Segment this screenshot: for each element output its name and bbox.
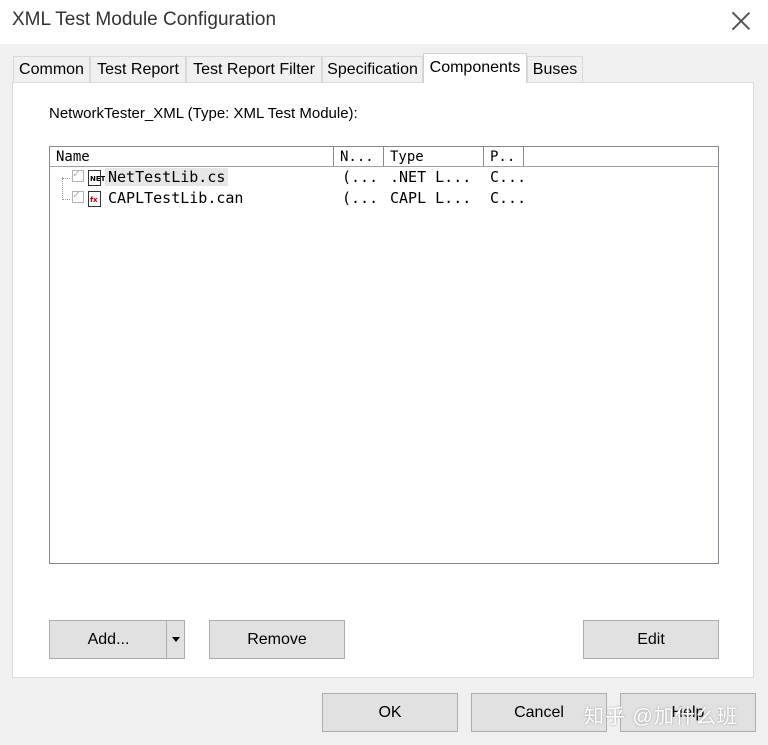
components-panel: NetworkTester_XML (Type: XML Test Module…	[12, 82, 754, 678]
list-header: Name N... Type P..	[50, 147, 718, 167]
tab-buses[interactable]: Buses	[527, 56, 583, 82]
checkbox[interactable]	[72, 188, 84, 203]
component-n: (...	[342, 189, 379, 207]
tree-branch	[62, 199, 70, 200]
component-n: (...	[342, 168, 379, 186]
component-type: .NET L...	[390, 168, 472, 186]
component-p: C...	[490, 189, 527, 207]
watermark: 知乎 @加什么班	[584, 706, 738, 728]
column-header-type[interactable]: Type	[384, 147, 484, 166]
add-button-label: Add...	[87, 631, 130, 648]
list-item[interactable]: NET NetTestLib.cs (... .NET L... C...	[50, 167, 718, 188]
tab-specification[interactable]: Specification	[322, 56, 423, 82]
components-list[interactable]: Name N... Type P.. NET NetTestLib.cs (..…	[49, 146, 719, 564]
column-header-p[interactable]: P..	[484, 147, 524, 166]
ok-button[interactable]: OK	[322, 693, 458, 732]
remove-button[interactable]: Remove	[209, 620, 345, 659]
checkbox[interactable]	[72, 167, 84, 182]
edit-button[interactable]: Edit	[583, 620, 719, 659]
chevron-down-icon[interactable]	[166, 621, 184, 658]
net-file-icon: NET	[88, 170, 105, 186]
component-name: NetTestLib.cs	[105, 168, 229, 186]
capl-file-icon: fx	[88, 191, 101, 207]
tree-branch	[62, 178, 70, 179]
column-header-name[interactable]: Name	[50, 147, 334, 166]
column-header-n[interactable]: N...	[334, 147, 384, 166]
title-bar: XML Test Module Configuration	[0, 0, 768, 44]
module-subtitle: NetworkTester_XML (Type: XML Test Module…	[49, 105, 358, 122]
tab-test-report[interactable]: Test Report	[90, 56, 186, 82]
close-icon[interactable]	[730, 10, 752, 32]
tab-common[interactable]: Common	[13, 56, 90, 82]
tab-components[interactable]: Components	[423, 53, 527, 83]
component-type: CAPL L...	[390, 189, 472, 207]
component-name: CAPLTestLib.can	[108, 189, 244, 207]
tab-test-report-filter[interactable]: Test Report Filter	[186, 56, 322, 82]
add-button[interactable]: Add...	[49, 620, 185, 659]
window-title: XML Test Module Configuration	[12, 9, 277, 30]
list-item[interactable]: fx CAPLTestLib.can (... CAPL L... C...	[50, 188, 718, 209]
component-p: C...	[490, 168, 527, 186]
